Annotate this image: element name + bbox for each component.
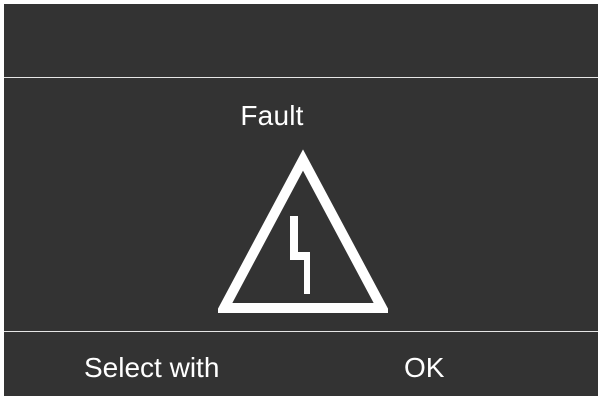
header-bar bbox=[4, 4, 598, 77]
device-display: Fault Select with OK bbox=[4, 4, 598, 396]
top-divider bbox=[4, 77, 598, 78]
select-with-softkey-label[interactable]: Select with bbox=[84, 352, 219, 384]
softkey-bar: Select with OK bbox=[4, 332, 598, 396]
fault-title: Fault bbox=[240, 100, 304, 131]
high-voltage-warning-icon bbox=[218, 149, 388, 313]
ok-softkey[interactable]: OK bbox=[404, 352, 444, 384]
